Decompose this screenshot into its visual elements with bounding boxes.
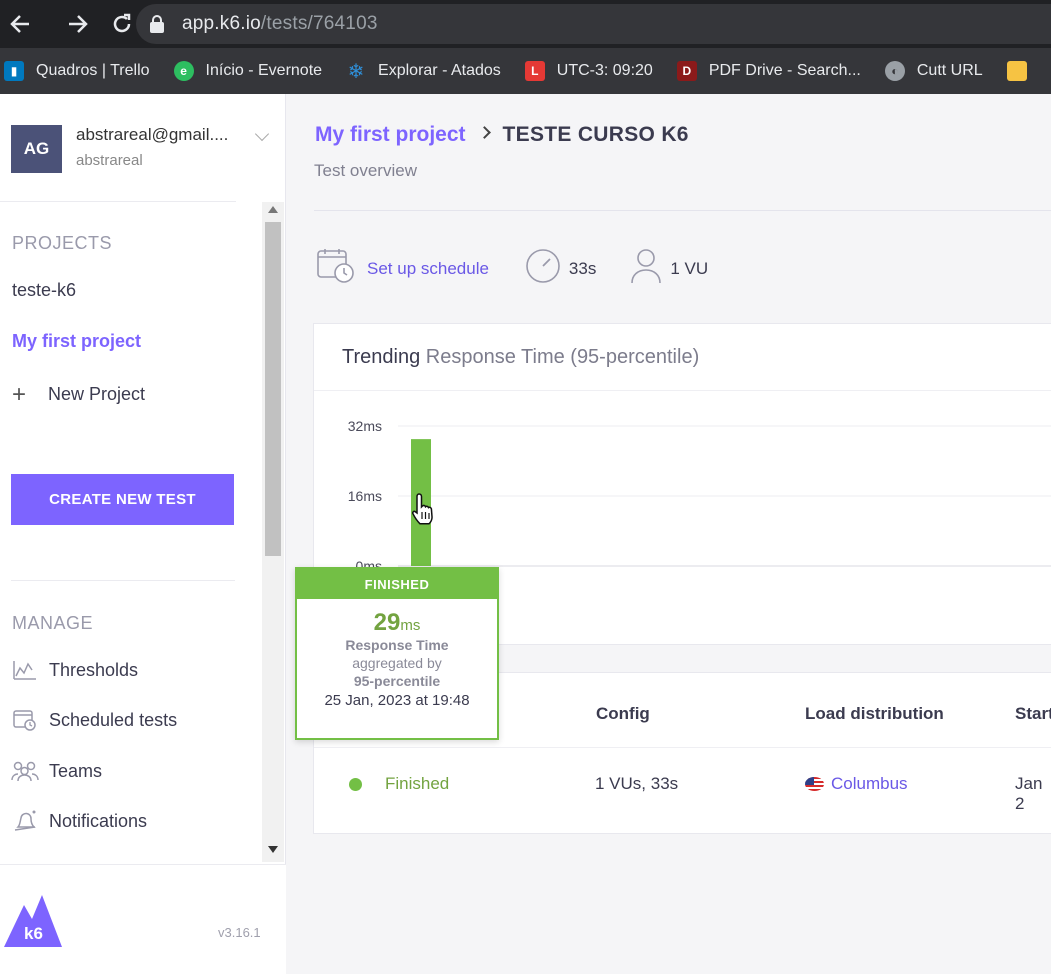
tooltip-metric: Response Time bbox=[345, 637, 449, 653]
scroll-up-arrow-icon[interactable] bbox=[268, 206, 278, 213]
user-icon bbox=[630, 248, 662, 289]
divider bbox=[11, 580, 235, 581]
calendar-clock-icon bbox=[317, 248, 355, 289]
bookmark-atados[interactable]: ❄ Explorar - Atados bbox=[346, 60, 501, 83]
column-header-load-distribution[interactable]: Load distribution bbox=[805, 704, 944, 724]
url-text: app.k6.io/tests/764103 bbox=[182, 13, 378, 34]
chart-title: Trending Response Time (95-percentile) bbox=[342, 346, 700, 368]
scrollbar-thumb[interactable] bbox=[265, 222, 281, 556]
projects-heading: PROJECTS bbox=[12, 233, 113, 253]
page-subtitle: Test overview bbox=[314, 161, 417, 180]
divider bbox=[0, 201, 236, 202]
pdfdrive-icon: D bbox=[676, 61, 697, 81]
breadcrumb: My first project TESTE CURSO K6 bbox=[315, 123, 689, 147]
trello-icon: ▮ bbox=[4, 61, 24, 81]
chevron-right-icon bbox=[477, 125, 491, 139]
address-bar[interactable]: app.k6.io/tests/764103 bbox=[136, 4, 1051, 44]
globe-icon: ◐ bbox=[884, 61, 905, 81]
bookmarks-bar: ▮ Quadros | Trello e Início - Evernote ❄… bbox=[0, 48, 1051, 94]
bookmark-evernote[interactable]: e Início - Evernote bbox=[173, 61, 322, 81]
plus-icon: + bbox=[12, 381, 27, 408]
new-project-link[interactable]: + New Project bbox=[12, 381, 145, 409]
sidebar-project-my-first-project[interactable]: My first project bbox=[12, 331, 141, 352]
stopwatch-icon bbox=[525, 248, 561, 289]
bookmark-cutt[interactable]: ◐ Cutt URL bbox=[884, 61, 983, 81]
teams-icon bbox=[11, 759, 39, 783]
browser-toolbar: app.k6.io/tests/764103 bbox=[0, 0, 1051, 48]
evernote-icon: e bbox=[173, 61, 194, 81]
sidebar-item-teams[interactable]: Teams bbox=[11, 759, 102, 783]
folder-icon bbox=[1006, 61, 1027, 81]
account-switcher[interactable]: AG abstrareal@gmail.... abstrareal bbox=[11, 125, 270, 173]
k6-logo[interactable]: k6 bbox=[4, 895, 62, 947]
sidebar-scrollbar[interactable] bbox=[262, 202, 284, 862]
sidebar-item-thresholds[interactable]: Thresholds bbox=[11, 658, 138, 682]
table-row-status[interactable]: Finished bbox=[349, 774, 449, 794]
scroll-down-arrow-icon[interactable] bbox=[268, 846, 278, 853]
tooltip-agg-label: aggregated by bbox=[352, 655, 442, 671]
back-arrow-icon[interactable] bbox=[0, 0, 40, 48]
sidebar: AG abstrareal@gmail.... abstrareal PROJE… bbox=[0, 94, 286, 974]
svg-text:k6: k6 bbox=[24, 924, 43, 943]
tooltip-date: 25 Jan, 2023 at 19:48 bbox=[324, 692, 470, 709]
snowflake-icon: ❄ bbox=[347, 60, 365, 83]
bookmark-folder[interactable] bbox=[1006, 61, 1039, 81]
manage-heading: MANAGE bbox=[12, 613, 94, 633]
set-up-schedule-link[interactable]: Set up schedule bbox=[367, 259, 489, 279]
tooltip-agg-value: 95-percentile bbox=[353, 673, 441, 689]
breadcrumb-project-link[interactable]: My first project bbox=[315, 123, 466, 147]
divider bbox=[314, 210, 1051, 211]
bell-icon bbox=[11, 809, 39, 833]
sidebar-footer: k6 v3.16.1 bbox=[0, 864, 286, 974]
table-row-load-distribution[interactable]: Columbus bbox=[805, 774, 908, 794]
account-username: abstrareal bbox=[76, 152, 143, 169]
sidebar-item-scheduled-tests[interactable]: Scheduled tests bbox=[11, 708, 177, 732]
version-label: v3.16.1 bbox=[218, 925, 261, 940]
tooltip-status: FINISHED bbox=[297, 569, 497, 599]
column-header-config[interactable]: Config bbox=[596, 704, 650, 724]
thresholds-icon bbox=[11, 658, 39, 682]
account-email: abstrareal@gmail.... bbox=[76, 125, 229, 144]
test-meta: Set up schedule 33s 1 VU bbox=[317, 248, 708, 289]
create-new-test-button[interactable]: CREATE NEW TEST bbox=[11, 474, 234, 525]
bookmark-utc[interactable]: L UTC-3: 09:20 bbox=[524, 61, 653, 81]
divider bbox=[314, 747, 1051, 748]
trending-chart: 0ms16ms32ms bbox=[348, 418, 1051, 574]
bookmark-trello[interactable]: ▮ Quadros | Trello bbox=[4, 61, 150, 81]
forward-arrow-icon[interactable] bbox=[58, 0, 98, 48]
tooltip-value: 29ms bbox=[373, 609, 421, 636]
avatar: AG bbox=[11, 125, 62, 173]
vus-value: 1 VU bbox=[670, 258, 709, 278]
page-title: TESTE CURSO K6 bbox=[502, 123, 689, 146]
sidebar-item-notifications[interactable]: Notifications bbox=[11, 809, 147, 833]
bookmark-pdfdrive[interactable]: D PDF Drive - Search... bbox=[676, 61, 861, 81]
table-row-start: Jan 2 bbox=[1015, 774, 1043, 813]
us-flag-icon bbox=[805, 777, 824, 791]
y-tick-label: 16ms bbox=[348, 488, 382, 504]
y-tick-label: 32ms bbox=[348, 418, 382, 434]
chevron-down-icon[interactable] bbox=[254, 126, 270, 142]
chart-tooltip: FINISHED 29ms Response Time aggregated b… bbox=[295, 567, 499, 740]
sidebar-project-teste-k6[interactable]: teste-k6 bbox=[12, 280, 76, 301]
scheduled-tests-icon bbox=[11, 708, 39, 732]
hand-cursor-icon bbox=[412, 493, 433, 525]
status-dot-icon bbox=[349, 777, 362, 791]
table-row-config: 1 VUs, 33s bbox=[595, 774, 679, 793]
main-content: My first project TESTE CURSO K6 Test ove… bbox=[287, 94, 1051, 974]
duration-value: 33s bbox=[568, 258, 597, 278]
lock-icon bbox=[150, 15, 164, 33]
column-header-start[interactable]: Start bbox=[1015, 704, 1051, 724]
l-icon: L bbox=[524, 61, 545, 81]
